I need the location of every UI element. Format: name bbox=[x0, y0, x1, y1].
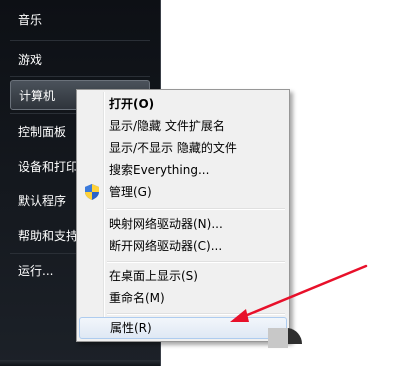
menu-item-show-on-desktop[interactable]: 在桌面上显示(S) bbox=[79, 265, 287, 287]
menu-item-toggle-hidden-files[interactable]: 显示/不显示 隐藏的文件 bbox=[79, 137, 287, 159]
menu-item-toggle-extensions[interactable]: 显示/隐藏 文件扩展名 bbox=[79, 115, 287, 137]
start-separator bbox=[10, 76, 150, 77]
menu-separator bbox=[107, 208, 285, 210]
menu-item-disconnect-network-drive[interactable]: 断开网络驱动器(C)... bbox=[79, 235, 287, 257]
menu-item-manage[interactable]: 管理(G) bbox=[79, 181, 287, 203]
menu-item-open[interactable]: 打开(O) bbox=[79, 93, 287, 115]
start-separator bbox=[10, 40, 150, 41]
menu-item-map-network-drive[interactable]: 映射网络驱动器(N)... bbox=[79, 213, 287, 235]
context-menu: 打开(O) 显示/隐藏 文件扩展名 显示/不显示 隐藏的文件 搜索Everyth… bbox=[76, 89, 290, 342]
menu-item-properties[interactable]: 属性(R) bbox=[79, 317, 287, 339]
start-item-games[interactable]: 游戏 bbox=[10, 45, 150, 75]
shield-icon bbox=[85, 184, 99, 200]
menu-item-manage-label: 管理(G) bbox=[109, 185, 152, 199]
start-item-music[interactable]: 音乐 bbox=[10, 5, 150, 35]
window-decor-fragment bbox=[268, 328, 303, 348]
start-pane-bottom bbox=[0, 360, 160, 366]
menu-item-search-everything[interactable]: 搜索Everything... bbox=[79, 159, 287, 181]
menu-separator bbox=[107, 261, 285, 263]
menu-separator bbox=[107, 313, 285, 315]
menu-item-rename[interactable]: 重命名(M) bbox=[79, 287, 287, 309]
